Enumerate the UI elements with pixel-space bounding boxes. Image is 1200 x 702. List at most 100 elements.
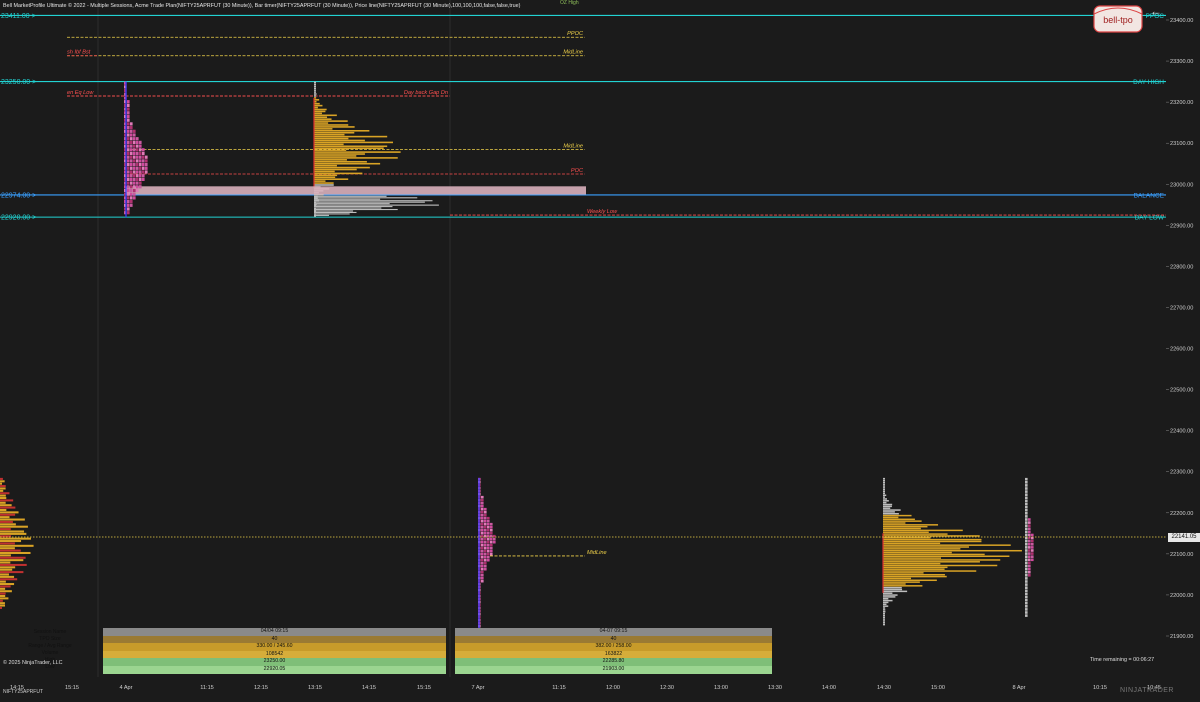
profile-bar [0, 542, 15, 545]
tpo-block [127, 137, 130, 141]
tpo-block [136, 163, 139, 167]
ninjatrader-watermark: NINJATRADER [1120, 687, 1174, 694]
tpo-block [484, 567, 487, 571]
profile-bar [0, 549, 21, 552]
profile-bar [314, 164, 337, 167]
profile-bar [314, 159, 347, 161]
tpo-block [487, 555, 490, 559]
tpo-block [481, 525, 484, 529]
tpo-block [139, 185, 142, 189]
tpo-block [130, 155, 133, 159]
price-axis[interactable]: 21900.00 22000.00 22100.00 22200.00 22300.00… [1166, 0, 1200, 677]
profile-bar [883, 540, 982, 543]
profile-bar [0, 559, 24, 562]
profile-bar [0, 547, 15, 550]
profile-bar [314, 110, 326, 113]
profile-tail-bar [314, 213, 350, 215]
profile-bar [0, 487, 6, 490]
tpo-block [139, 155, 142, 159]
tpo-block [1028, 570, 1031, 574]
tpo-block [130, 144, 133, 148]
tpo-block [127, 133, 130, 137]
price-tick-label: 23300.00 [1170, 59, 1193, 65]
time-remaining-text: Time remaining = 00:06:27 [1090, 657, 1155, 663]
tpo-block [133, 196, 136, 200]
profile-bar [314, 116, 328, 119]
tpo-block [145, 166, 148, 170]
profile-bar [0, 494, 6, 497]
tpo-block [487, 543, 490, 547]
tpo-block [133, 140, 136, 144]
market-profile-chart[interactable]: 23411.00 > 23250.00 > 22974.00 > 22920.00 >… [0, 0, 1166, 677]
tpo-block [481, 495, 484, 499]
arrow-left-icon[interactable]: ← [1150, 4, 1162, 18]
profile-bar [314, 149, 347, 151]
profile-bar [314, 135, 388, 138]
profile-bar [883, 518, 915, 521]
profile-bar [883, 609, 886, 611]
tpo-block [490, 525, 493, 529]
profile-bar [0, 530, 25, 533]
profile-bar [314, 170, 335, 173]
profile-bar [883, 555, 1010, 558]
profile-bar [314, 93, 317, 95]
profile-bar [0, 544, 34, 547]
tpo-block [481, 522, 484, 526]
tpo-block [481, 573, 484, 577]
chart-plot-area[interactable]: 23411.00 > 23250.00 > 22974.00 > 22920.00 >… [0, 0, 1166, 677]
profile-bar [883, 603, 887, 606]
profile-bar [314, 182, 334, 184]
profile-bar [314, 128, 333, 130]
profile-bar [0, 532, 27, 535]
profile-bar [314, 108, 327, 111]
time-tick-label: 13:00 [714, 685, 728, 691]
profile-bar [0, 568, 13, 571]
time-tick-label: 13:15 [308, 685, 322, 691]
tpo-block [1025, 570, 1028, 574]
price-tick-label: 22300.00 [1170, 470, 1193, 476]
annotation-label: MidLine [563, 50, 583, 56]
annotation-label: Weekly Low [587, 209, 618, 215]
tpo-block [1025, 484, 1028, 487]
profile-bar [883, 494, 887, 497]
tpo-block [136, 148, 139, 152]
tpo-block [133, 159, 136, 163]
tpo-block [484, 564, 487, 568]
time-tick-label: 15:00 [931, 685, 945, 691]
profile-bar [0, 499, 14, 502]
tpo-block [1025, 493, 1028, 496]
bell-tpo-logo[interactable]: bell-tpo [1092, 4, 1144, 34]
tpo-block [136, 185, 139, 189]
profile-bar [0, 513, 16, 516]
time-axis[interactable]: 14:15 15:15 4 Apr 11:15 12:15 13:15 14:15 15:15… [0, 677, 1200, 697]
profile-bar [883, 538, 982, 541]
tpo-block [484, 537, 487, 541]
tpo-block [127, 196, 130, 200]
profile-bar [883, 511, 895, 513]
profile-tail-bar [314, 206, 393, 208]
tpo-block [481, 507, 484, 511]
tpo-block [133, 185, 136, 189]
tpo-block [493, 537, 496, 541]
profile-bar [0, 523, 16, 526]
tpo-block [1025, 564, 1028, 568]
tpo-block [1028, 530, 1031, 534]
profile-bar [314, 166, 370, 169]
tpo-block [1025, 539, 1028, 543]
tpo-block [142, 148, 145, 152]
tpo-block [481, 579, 484, 583]
tpo-block [481, 567, 484, 571]
profile-bar [883, 548, 961, 550]
tpo-block [490, 522, 493, 526]
tpo-block [139, 140, 142, 144]
profile-bar [0, 518, 25, 521]
tpo-block [1025, 515, 1028, 518]
profile-bar [0, 477, 3, 480]
tpo-block [1028, 552, 1031, 555]
session-stats-table-1: 04/04 09:15 40 330.00 / 245.60 108542 23… [103, 628, 446, 674]
profile-bar [883, 566, 948, 569]
time-tick-label: 12:00 [606, 685, 620, 691]
stats-range: 330.00 / 245.60 [103, 643, 446, 651]
stats-volume: 163822 [455, 650, 772, 659]
profile-bar [0, 583, 15, 586]
